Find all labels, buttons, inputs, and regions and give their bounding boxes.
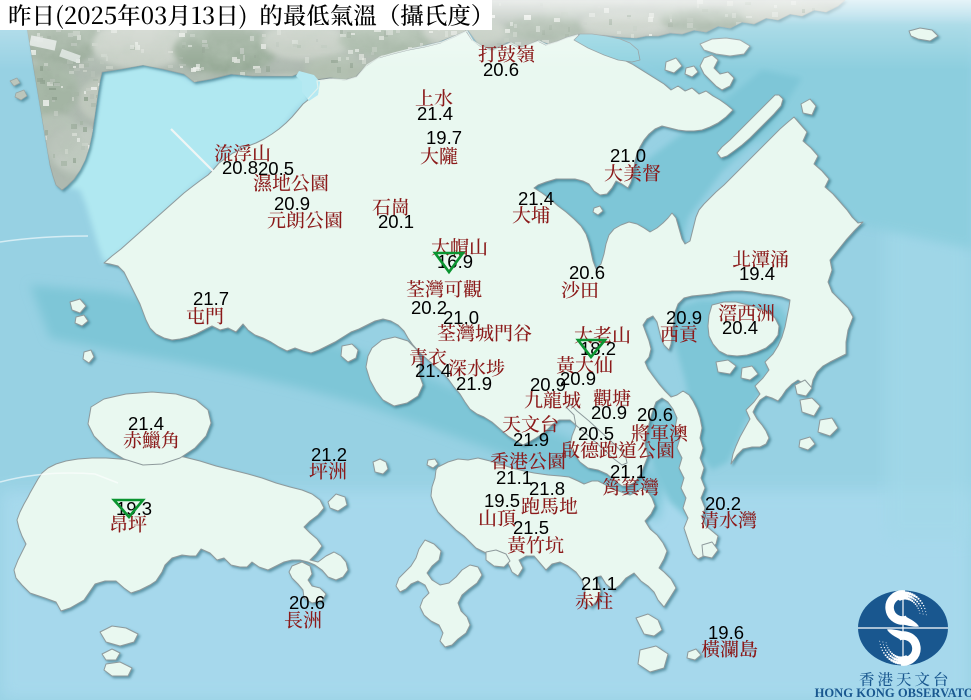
- svg-text:21.1: 21.1: [496, 467, 532, 488]
- svg-text:21.7: 21.7: [193, 288, 229, 309]
- svg-text:20.9: 20.9: [666, 307, 702, 328]
- svg-text:20.2: 20.2: [411, 297, 447, 318]
- svg-text:20.8: 20.8: [222, 157, 258, 178]
- svg-text:20.5: 20.5: [258, 158, 294, 179]
- svg-text:20.5: 20.5: [578, 423, 614, 444]
- svg-text:20.9: 20.9: [530, 374, 566, 395]
- svg-text:19.5: 19.5: [484, 490, 520, 511]
- svg-text:19.7: 19.7: [426, 127, 462, 148]
- svg-text:20.1: 20.1: [378, 211, 414, 232]
- svg-text:21.0: 21.0: [443, 307, 479, 328]
- svg-text:19.4: 19.4: [739, 263, 775, 284]
- svg-text:21.5: 21.5: [513, 517, 549, 538]
- svg-text:HONG KONG OBSERVATORY: HONG KONG OBSERVATORY: [815, 686, 971, 700]
- svg-text:21.4: 21.4: [518, 188, 554, 209]
- svg-text:21.4: 21.4: [128, 413, 164, 434]
- svg-text:20.9: 20.9: [274, 193, 310, 214]
- svg-text:21.9: 21.9: [456, 373, 492, 394]
- svg-text:21.0: 21.0: [610, 145, 646, 166]
- svg-text:21.4: 21.4: [415, 360, 451, 381]
- svg-text:21.4: 21.4: [417, 103, 453, 124]
- svg-text:19.6: 19.6: [708, 622, 744, 643]
- svg-text:21.9: 21.9: [513, 429, 549, 450]
- svg-text:20.4: 20.4: [722, 317, 758, 338]
- svg-text:21.2: 21.2: [311, 444, 347, 465]
- svg-text:21.8: 21.8: [529, 478, 565, 499]
- svg-text:20.6: 20.6: [483, 59, 519, 80]
- svg-text:20.6: 20.6: [637, 404, 673, 425]
- svg-text:21.1: 21.1: [581, 573, 617, 594]
- svg-text:20.6: 20.6: [289, 592, 325, 613]
- svg-text:20.9: 20.9: [591, 402, 627, 423]
- svg-text:20.6: 20.6: [569, 262, 605, 283]
- svg-text:20.2: 20.2: [705, 493, 741, 514]
- svg-text:21.1: 21.1: [610, 461, 646, 482]
